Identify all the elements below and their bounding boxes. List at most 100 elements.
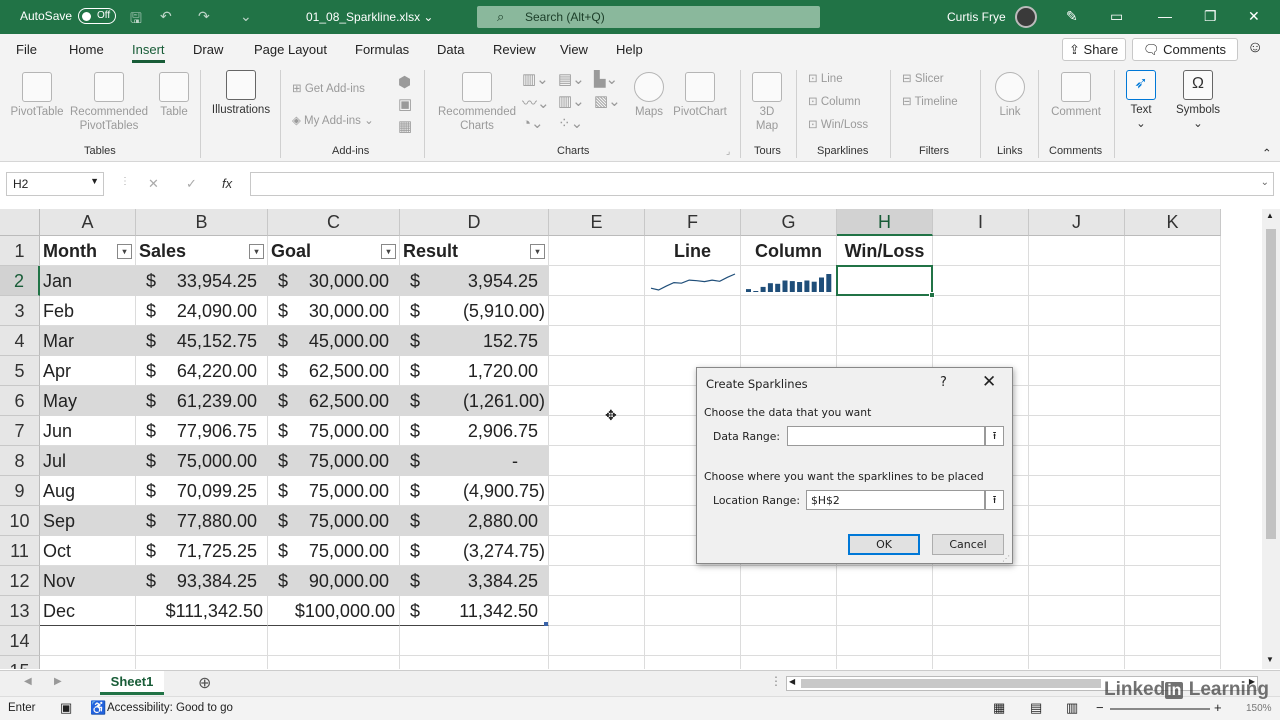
grid-cell[interactable] (741, 656, 837, 669)
grid-cell[interactable] (645, 326, 741, 356)
grid-cell[interactable] (933, 236, 1029, 266)
row-header-1[interactable]: 1 (0, 236, 40, 266)
row-header-14[interactable]: 14 (0, 626, 40, 656)
tab-help[interactable]: Help (616, 42, 643, 57)
grid-cell[interactable] (1029, 656, 1125, 669)
result-cell[interactable]: $ (4,900.75) (400, 476, 549, 506)
result-cell[interactable]: $11,342.50 (400, 596, 549, 626)
save-icon[interactable]: 🖫 (130, 8, 142, 32)
grid-cell[interactable] (268, 656, 400, 669)
grid-cell[interactable] (1125, 626, 1221, 656)
result-cell[interactable]: $152.75 (400, 326, 549, 356)
goal-cell[interactable]: $90,000.00 (268, 566, 400, 596)
pie-chart-icon[interactable]: ◔⌄ (522, 114, 544, 132)
grid-cell[interactable] (1125, 566, 1221, 596)
normal-view-icon[interactable]: ▦ (993, 700, 1005, 716)
file-name[interactable]: 01_08_Sparkline.xlsx ⌄ (306, 10, 433, 24)
goal-cell[interactable]: $45,000.00 (268, 326, 400, 356)
grid-cell[interactable] (645, 596, 741, 626)
grid-cell[interactable] (549, 326, 645, 356)
collapse-ribbon-icon[interactable]: ⌃ (1262, 146, 1272, 160)
grid-cell[interactable] (1125, 296, 1221, 326)
grid-cell[interactable] (1029, 416, 1125, 446)
column-header-b[interactable]: B (136, 209, 268, 236)
search-box[interactable]: ⌕ Search (Alt+Q) (477, 6, 820, 28)
column-header-f[interactable]: F (645, 209, 741, 236)
month-cell[interactable]: Sep (40, 506, 136, 536)
get-addins-button[interactable]: ⊞ Get Add-ins (292, 81, 365, 95)
link-button[interactable]: Link (992, 72, 1028, 119)
row-header-10[interactable]: 10 (0, 506, 40, 536)
grid-cell[interactable] (933, 266, 1029, 296)
grid-cell[interactable] (1029, 566, 1125, 596)
result-cell[interactable]: $1,720.00 (400, 356, 549, 386)
statistic-chart-icon[interactable]: ▥⌄ (558, 92, 585, 110)
grid-cell[interactable] (837, 296, 933, 326)
grid-cell[interactable] (837, 626, 933, 656)
grid-cell[interactable] (1029, 476, 1125, 506)
expand-formula-icon[interactable]: ⌄ (1261, 177, 1269, 188)
grid-cell[interactable] (549, 446, 645, 476)
collapse-dialog-icon[interactable]: ⭱ (985, 490, 1004, 510)
insert-function-icon[interactable]: fx (222, 176, 232, 191)
formula-input[interactable]: ⌄ (250, 172, 1274, 196)
recommended-charts-button[interactable]: Recommended Charts (434, 72, 520, 133)
grid-cell[interactable] (837, 566, 933, 596)
month-cell[interactable]: May (40, 386, 136, 416)
scroll-up-icon[interactable]: ▲ (1266, 211, 1274, 220)
table-header-cell[interactable]: Month ▾ (40, 236, 136, 266)
column-header-h[interactable]: H (837, 209, 933, 236)
month-cell[interactable]: Dec (40, 596, 136, 626)
grid-cell[interactable] (549, 656, 645, 669)
tab-home[interactable]: Home (69, 42, 104, 57)
grid-cell[interactable] (933, 326, 1029, 356)
confirm-entry-icon[interactable]: ✓ (186, 176, 197, 192)
tab-review[interactable]: Review (493, 42, 536, 57)
scatter-chart-icon[interactable]: ⁘⌄ (558, 114, 583, 132)
sales-cell[interactable]: $111,342.50 (136, 596, 268, 626)
grid-cell[interactable] (1029, 236, 1125, 266)
pen-icon[interactable]: ✎ (1066, 8, 1078, 25)
restore-icon[interactable]: ❐ (1204, 8, 1217, 25)
comment-button[interactable]: Comment (1044, 72, 1108, 119)
goal-cell[interactable]: $75,000.00 (268, 536, 400, 566)
zoom-in-icon[interactable]: + (1214, 700, 1222, 715)
grid-cell[interactable] (549, 536, 645, 566)
pivotchart-button[interactable]: PivotChart (668, 72, 732, 119)
sales-cell[interactable]: $71,725.25 (136, 536, 268, 566)
3d-map-button[interactable]: 3D Map (748, 72, 786, 133)
grid-cell[interactable] (400, 626, 549, 656)
goal-cell[interactable]: $62,500.00 (268, 386, 400, 416)
grid-cell[interactable] (1125, 446, 1221, 476)
prev-sheet-icon[interactable]: ◀ (24, 676, 32, 687)
scroll-down-icon[interactable]: ▼ (1266, 655, 1274, 664)
share-button[interactable]: ⇪ Share (1062, 38, 1126, 61)
result-cell[interactable]: $3,954.25 (400, 266, 549, 296)
goal-cell[interactable]: $75,000.00 (268, 476, 400, 506)
sales-cell[interactable]: $70,099.25 (136, 476, 268, 506)
table-resize-handle[interactable] (544, 622, 548, 626)
grid-cell[interactable] (1125, 596, 1221, 626)
dialog-launcher-icon[interactable]: ⌟ (726, 146, 730, 157)
table-header-cell[interactable]: Goal ▾ (268, 236, 400, 266)
filter-dropdown-icon[interactable]: ▾ (381, 244, 396, 259)
redo-icon[interactable]: ↷ (198, 8, 210, 25)
column-header-k[interactable]: K (1125, 209, 1221, 236)
result-cell[interactable]: $3,384.25 (400, 566, 549, 596)
resize-grip-icon[interactable]: ⋰ (1002, 554, 1010, 563)
data-range-input[interactable] (787, 426, 985, 446)
row-header-9[interactable]: 9 (0, 476, 40, 506)
grid-cell[interactable] (933, 296, 1029, 326)
grid-cell[interactable] (933, 656, 1029, 669)
grid-cell[interactable] (1029, 536, 1125, 566)
grid-cell[interactable] (268, 626, 400, 656)
grid-cell[interactable] (1125, 386, 1221, 416)
add-sheet-icon[interactable]: ⊕ (198, 673, 211, 693)
grid-cell[interactable] (549, 596, 645, 626)
fill-handle[interactable] (929, 292, 935, 298)
select-all-corner[interactable] (0, 209, 40, 236)
grid-cell[interactable] (549, 476, 645, 506)
grid-cell[interactable] (1125, 356, 1221, 386)
grid-cell[interactable] (741, 296, 837, 326)
ok-button[interactable]: OK (848, 534, 920, 555)
